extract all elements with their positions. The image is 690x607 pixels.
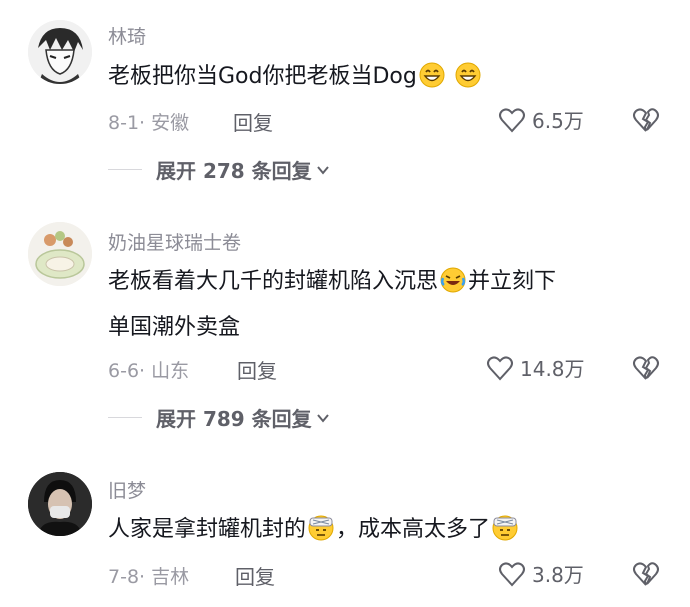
comment-text-part: ，成本高太多了 bbox=[336, 517, 491, 542]
reply-button[interactable]: 回复 bbox=[235, 561, 275, 590]
heart-icon bbox=[499, 107, 525, 132]
comment-date-location: 8-1· 安徽 bbox=[108, 112, 190, 134]
bandaged-face-emoji-icon bbox=[492, 515, 518, 541]
grinning-face-emoji-icon bbox=[419, 62, 445, 88]
comment-date-location: 6-6· 山东 bbox=[108, 360, 190, 382]
like-button[interactable]: 3.8万 bbox=[498, 559, 584, 588]
comment-text-part: 老板看着大几千的封罐机陷入沉思 bbox=[108, 269, 439, 294]
comment-text-part: 并立刻下 bbox=[468, 269, 557, 294]
comment-text: 老板把你当God你把老板当Dog bbox=[108, 54, 668, 100]
comment-text-part: 老板把你当God你把老板当Dog bbox=[108, 64, 417, 89]
heart-icon bbox=[487, 355, 513, 380]
divider bbox=[108, 416, 142, 419]
divider bbox=[108, 168, 142, 171]
broken-heart-icon[interactable] bbox=[632, 354, 660, 382]
reply-button[interactable]: 回复 bbox=[237, 355, 277, 384]
username[interactable]: 林琦 bbox=[108, 22, 146, 49]
like-count: 6.5万 bbox=[532, 109, 584, 133]
chevron-down-icon bbox=[316, 165, 329, 175]
expand-replies-button[interactable]: 展开 278 条回复 bbox=[108, 155, 330, 184]
avatar[interactable] bbox=[28, 222, 92, 286]
bandaged-face-emoji-icon bbox=[308, 515, 334, 541]
avatar[interactable] bbox=[28, 20, 92, 84]
chevron-down-icon bbox=[316, 413, 329, 423]
grinning-face-emoji-icon bbox=[455, 62, 481, 88]
expand-replies-label: 展开 789 条回复 bbox=[156, 407, 312, 431]
avatar[interactable] bbox=[28, 472, 92, 536]
reply-button[interactable]: 回复 bbox=[233, 107, 273, 136]
like-button[interactable]: 6.5万 bbox=[498, 105, 584, 134]
broken-heart-icon[interactable] bbox=[632, 560, 660, 588]
expand-replies-button[interactable]: 展开 789 条回复 bbox=[108, 403, 330, 432]
heart-icon bbox=[499, 561, 525, 586]
like-count: 3.8万 bbox=[532, 563, 584, 587]
anime-character-avatar-icon bbox=[28, 20, 92, 84]
expand-replies-label: 展开 278 条回复 bbox=[156, 159, 312, 183]
comment-text-part: 人家是拿封罐机封的 bbox=[108, 517, 307, 542]
swiss-roll-cake-avatar-icon bbox=[28, 222, 92, 286]
comment-text-part: 单国潮外卖盒 bbox=[108, 315, 241, 340]
username[interactable]: 奶油星球瑞士卷 bbox=[108, 228, 241, 255]
broken-heart-icon[interactable] bbox=[632, 106, 660, 134]
like-count: 14.8万 bbox=[520, 357, 585, 381]
comment-text: 人家是拿封罐机封的 ，成本高太多了 bbox=[108, 507, 668, 553]
laughing-crying-emoji-icon bbox=[440, 267, 466, 293]
comment-text: 老板看着大几千的封罐机陷入沉思 并立刻下 单国潮外卖盒 bbox=[108, 259, 668, 351]
masked-person-avatar-icon bbox=[28, 472, 92, 536]
like-button[interactable]: 14.8万 bbox=[486, 353, 585, 382]
username[interactable]: 旧梦 bbox=[108, 476, 146, 503]
comment-date-location: 7-8· 吉林 bbox=[108, 566, 190, 588]
